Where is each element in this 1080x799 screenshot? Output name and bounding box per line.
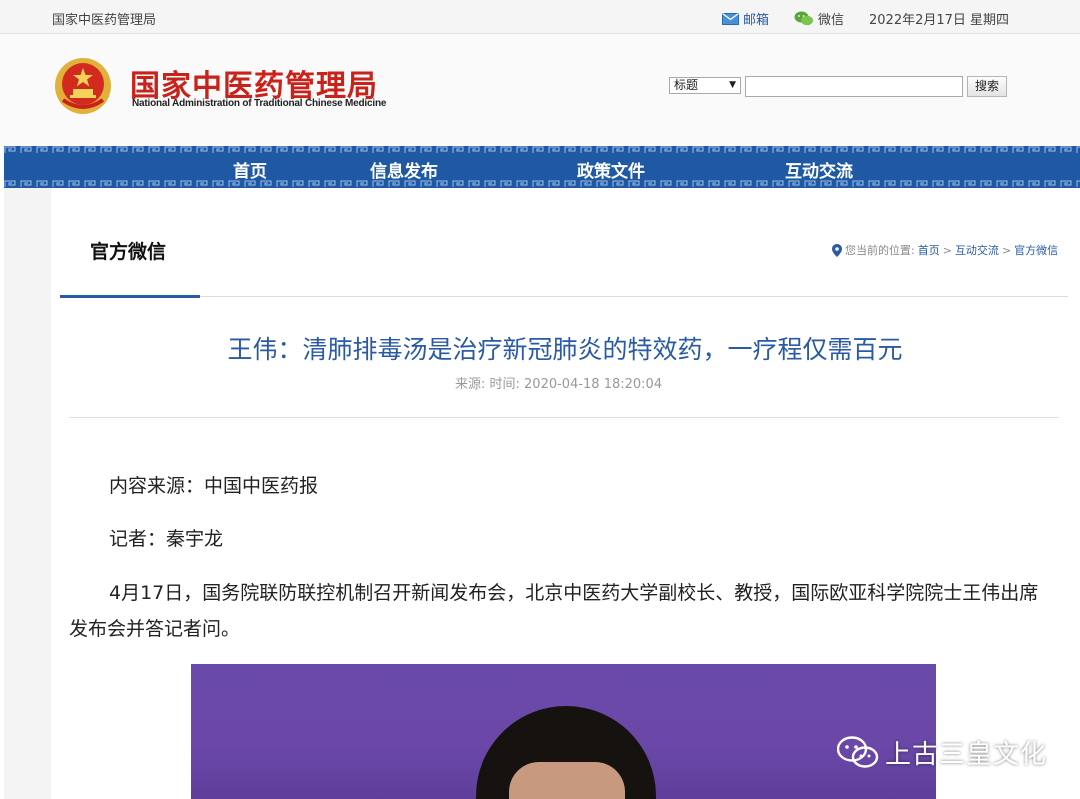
search-button[interactable]: 搜索	[967, 76, 1007, 97]
article-meta: 来源: 时间: 2020-04-18 18:20:04	[455, 377, 663, 392]
chevron-down-icon: ▼	[729, 80, 736, 90]
photo-subject-face	[509, 762, 625, 799]
wechat-label: 微信	[818, 13, 845, 28]
section-title: 官方微信	[90, 241, 167, 263]
section-divider	[60, 296, 1068, 297]
fret-pattern-top	[4, 146, 1080, 154]
nav-item-home[interactable]: 首页	[233, 157, 267, 182]
article-divider	[69, 417, 1059, 418]
nav-item-policy[interactable]: 政策文件	[577, 157, 645, 182]
mail-icon	[722, 12, 739, 25]
search-input[interactable]	[745, 76, 963, 97]
nav-item-interaction[interactable]: 互动交流	[785, 157, 853, 182]
mail-label: 邮箱	[743, 13, 770, 28]
left-gutter	[4, 188, 51, 799]
watermark: 上古三皇文化	[837, 734, 1047, 771]
article-paragraph: 记者：秦宇龙	[109, 528, 224, 550]
site-header: 国家中医药管理局 National Administration of Trad…	[0, 34, 1080, 146]
search-type-select[interactable]: 标题 ▼	[669, 77, 741, 94]
site-name: 国家中医药管理局	[52, 13, 157, 28]
breadcrumb-interaction[interactable]: 互动交流	[955, 242, 999, 258]
article-photo	[191, 664, 936, 799]
national-emblem-icon[interactable]	[53, 56, 113, 116]
article-paragraph: 4月17日，国务院联防联控机制召开新闻发布会，北京中医药大学副校长、教授，国际欧…	[69, 582, 1039, 640]
watermark-text: 上古三皇文化	[885, 740, 1048, 770]
main-nav: 首页 信息发布 政策文件 互动交流	[4, 146, 1080, 188]
article-title: 王伟：清肺排毒汤是治疗新冠肺炎的特效药，一疗程仅需百元	[227, 335, 903, 364]
wechat-icon	[794, 11, 813, 26]
wechat-link[interactable]: 微信	[794, 9, 844, 28]
breadcrumb: 您当前的位置: 首页 > 互动交流 > 官方微信	[832, 242, 1058, 258]
brand-subtitle: National Administration of Traditional C…	[132, 98, 387, 109]
breadcrumb-separator: >	[942, 243, 952, 257]
breadcrumb-prefix: 您当前的位置:	[845, 244, 915, 257]
breadcrumb-home[interactable]: 首页	[918, 242, 940, 258]
fret-pattern-bottom	[4, 180, 1080, 188]
breadcrumb-wechat[interactable]: 官方微信	[1014, 242, 1058, 258]
wechat-icon	[837, 735, 879, 768]
top-bar: 国家中医药管理局 邮箱 微信 2022年2月17日 星期四	[0, 0, 1080, 34]
location-pin-icon	[832, 243, 842, 257]
article-paragraph: 内容来源：中国中医药报	[109, 475, 319, 497]
search-type-value: 标题	[674, 78, 699, 92]
breadcrumb-separator: >	[1001, 243, 1012, 257]
section-title-underline	[60, 295, 200, 298]
mail-link[interactable]: 邮箱	[722, 9, 769, 28]
current-date: 2022年2月17日 星期四	[869, 13, 1010, 28]
nav-item-news[interactable]: 信息发布	[370, 157, 438, 182]
